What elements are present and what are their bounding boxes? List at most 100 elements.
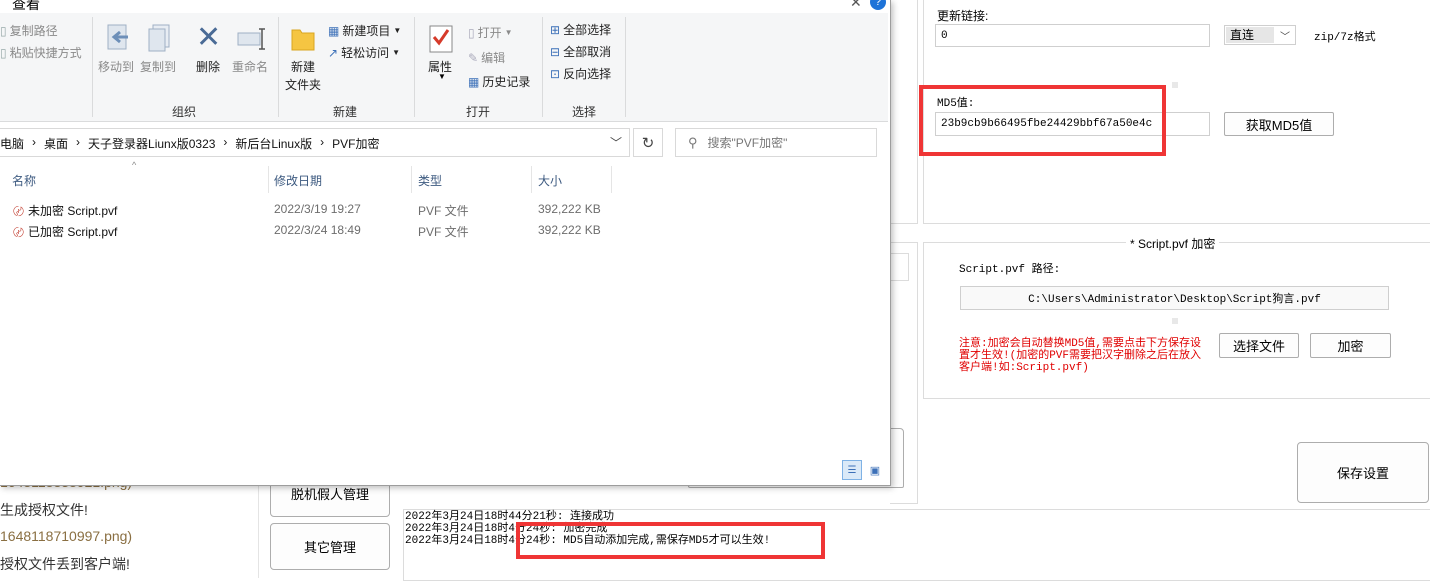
table-row[interactable]: 〄已加密 Script.pvf 2022/3/24 18:49 PVF 文件 3… [0, 220, 620, 241]
new-item-button[interactable]: ▦ 新建项目 ▼ [328, 22, 401, 39]
file-name: 〄未加密 Script.pvf [13, 202, 117, 219]
easy-access-button[interactable]: ↗ 轻松访问 ▼ [328, 44, 400, 61]
file-name-text: 已加密 Script.pvf [28, 225, 118, 239]
copy-to-icon [147, 23, 173, 53]
paste-shortcut-label: 粘贴快捷方式 [9, 46, 82, 60]
link-type-select[interactable]: 直连 ﹀ [1224, 25, 1296, 45]
invert-selection-button[interactable]: ⊡ 反向选择 [550, 65, 611, 82]
copy-path-button[interactable]: ▯ 复制路径 [0, 22, 58, 39]
column-header-name[interactable]: 名称 [12, 172, 36, 189]
script-path-value: C:\Users\Administrator\Desktop\Script狗言.… [1028, 294, 1321, 306]
large-icons-view-icon: ▣ [869, 464, 881, 477]
left-log-line-2: 生成授权文件! [0, 502, 88, 518]
delete-icon: ✕ [196, 21, 222, 54]
format-hint: zip/7z格式 [1314, 32, 1376, 44]
column-divider[interactable] [411, 166, 412, 193]
move-to-button[interactable]: 移动到 [98, 58, 134, 75]
file-type: PVF 文件 [418, 204, 469, 218]
update-link-value: 0 [941, 29, 948, 42]
link-type-value: 直连 [1226, 27, 1274, 43]
edit-icon: ✎ [468, 50, 479, 65]
ribbon-separator [278, 17, 279, 117]
pvf-file-icon: 〄 [13, 226, 24, 239]
save-settings-button[interactable]: 保存设置 [1297, 442, 1429, 503]
resize-grip-2 [1172, 318, 1178, 324]
open-label: 打开 [477, 26, 502, 40]
column-header-size[interactable]: 大小 [538, 172, 562, 189]
search-icon: ⚲ [688, 134, 698, 150]
organize-group-label: 组织 [172, 105, 197, 119]
column-divider[interactable] [611, 166, 612, 193]
large-icons-view-button[interactable]: ▣ [865, 460, 885, 480]
history-button[interactable]: ▦ 历史记录 [468, 73, 530, 90]
history-label: 历史记录 [482, 75, 531, 89]
ribbon-separator [92, 17, 93, 117]
select-none-button[interactable]: ⊟ 全部取消 [550, 43, 611, 60]
delete-button[interactable]: 删除 [196, 58, 220, 75]
refresh-button[interactable]: ↻ [633, 128, 663, 157]
details-view-button[interactable]: ☰ [842, 460, 862, 480]
new-group-label: 新建 [333, 105, 358, 119]
search-box[interactable]: ⚲ 搜索"PVF加密" [675, 128, 877, 157]
breadcrumb: 电脑 › 桌面 › 天子登录器Liunx版0323 › 新后台Linux版 › PVF加… [0, 135, 379, 152]
chevron-down-icon[interactable]: ﹀ [610, 134, 622, 151]
easy-access-icon: ↗ [328, 45, 339, 60]
chevron-right-icon: › [32, 135, 37, 149]
left-log-line-4: 授权文件丢到客户端! [0, 556, 130, 572]
file-explorer-window: 查看 ✕ ? ▯ 复制路径 ▯ 粘贴快捷方式 移动到 复制到 ✕ 删除 重命名 组织 [0, 0, 891, 486]
rename-button[interactable]: 重命名 [232, 58, 268, 75]
resize-grip [1172, 82, 1178, 88]
select-all-button[interactable]: ⊞ 全部选择 [550, 21, 611, 38]
script-path-input[interactable]: C:\Users\Administrator\Desktop\Script狗言.… [960, 286, 1389, 310]
open-group-label: 打开 [466, 105, 491, 119]
invert-selection-icon: ⊡ [550, 66, 561, 81]
breadcrumb-item[interactable]: PVF加密 [332, 135, 379, 152]
invert-selection-label: 反向选择 [563, 67, 612, 81]
get-md5-button[interactable]: 获取MD5值 [1224, 112, 1334, 136]
breadcrumb-item[interactable]: 新后台Linux版 [235, 135, 312, 152]
select-all-icon: ⊞ [550, 22, 561, 37]
ribbon: ▯ 复制路径 ▯ 粘贴快捷方式 移动到 复制到 ✕ 删除 重命名 组织 新建 文件夹… [0, 13, 888, 122]
help-icon[interactable]: ? [870, 0, 886, 10]
dropdown-arrow-icon: ▼ [504, 28, 513, 37]
paste-shortcut-button[interactable]: ▯ 粘贴快捷方式 [0, 44, 82, 61]
open-button[interactable]: ▯ 打开 ▼ [468, 24, 513, 41]
new-folder-button-line2[interactable]: 文件夹 [285, 76, 321, 93]
breadcrumb-item[interactable]: 天子登录器Liunx版0323 [88, 135, 215, 152]
script-path-label: Script.pvf 路径: [959, 264, 1061, 276]
new-folder-icon [291, 25, 315, 51]
rename-icon [236, 27, 266, 51]
column-header-modified[interactable]: 修改日期 [274, 172, 322, 189]
column-divider[interactable] [268, 166, 269, 193]
select-all-label: 全部选择 [563, 23, 612, 37]
copy-to-button[interactable]: 复制到 [140, 58, 176, 75]
encrypt-note: 注意:加密会自动替换MD5值,需要点击下方保存设置才生效!(加密的PVF需要把汉… [959, 338, 1202, 374]
file-size: 392,222 KB [538, 223, 601, 237]
dropdown-arrow-icon: ▼ [392, 48, 400, 57]
chevron-down-icon: ﹀ [1280, 31, 1290, 43]
other-management-button[interactable]: 其它管理 [270, 523, 390, 570]
breadcrumb-item[interactable]: 电脑 [0, 135, 24, 152]
paste-shortcut-icon: ▯ [0, 45, 7, 60]
chevron-right-icon: › [76, 135, 81, 149]
md5-highlight-box [919, 85, 1166, 156]
close-icon[interactable]: ✕ [850, 0, 862, 11]
select-none-label: 全部取消 [563, 45, 612, 59]
update-link-input[interactable]: 0 [935, 24, 1210, 47]
breadcrumb-item[interactable]: 桌面 [44, 135, 68, 152]
column-header-type[interactable]: 类型 [418, 172, 442, 189]
edit-label: 编辑 [481, 51, 506, 65]
table-row[interactable]: 〄未加密 Script.pvf 2022/3/19 19:27 PVF 文件 3… [0, 199, 620, 220]
column-divider[interactable] [531, 166, 532, 193]
file-name: 〄已加密 Script.pvf [13, 223, 117, 240]
edit-button[interactable]: ✎ 编辑 [468, 49, 505, 66]
encrypt-button[interactable]: 加密 [1310, 333, 1391, 358]
dropdown-arrow-icon: ▼ [393, 26, 402, 35]
open-icon: ▯ [468, 25, 475, 40]
choose-file-button[interactable]: 选择文件 [1219, 333, 1299, 358]
new-folder-button-line1[interactable]: 新建 [291, 58, 315, 75]
file-size: 392,222 KB [538, 202, 601, 216]
update-link-label: 更新链接: [937, 9, 989, 23]
log-line-2-head: 2022年3月24日18时4 [405, 523, 516, 535]
file-modified: 2022/3/19 19:27 [274, 202, 361, 216]
